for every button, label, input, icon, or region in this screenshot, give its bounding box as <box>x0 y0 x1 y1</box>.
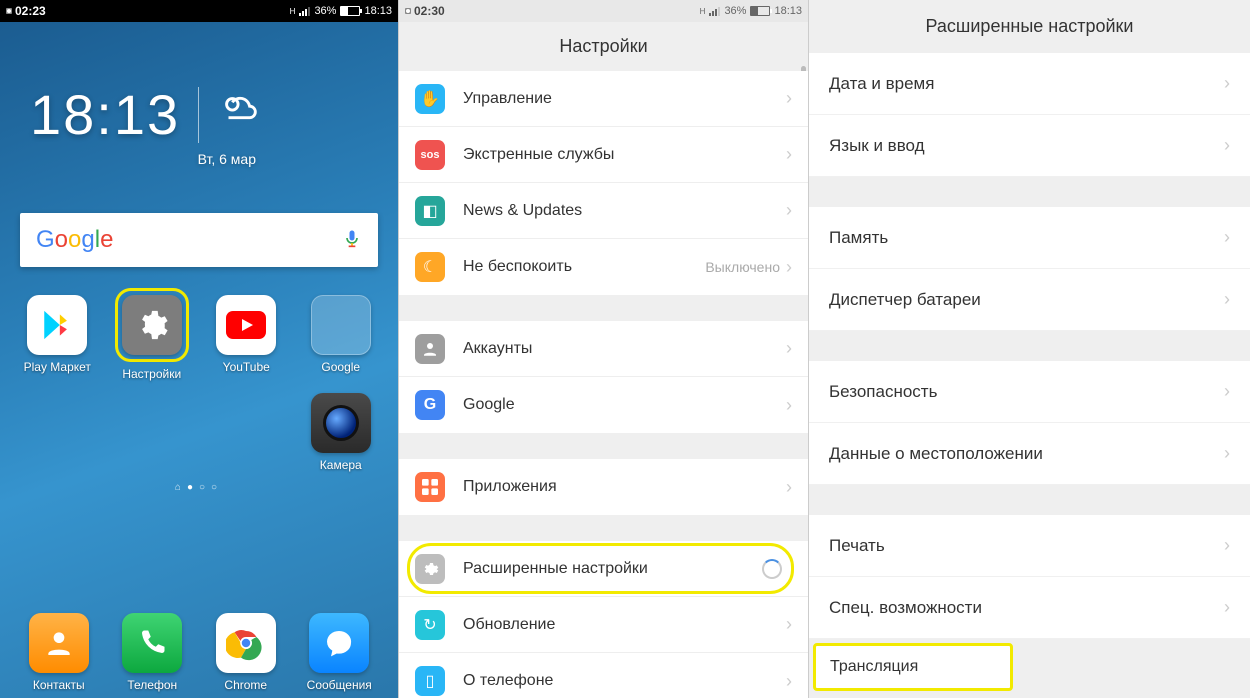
adv-item-memory[interactable]: Память › <box>809 207 1250 269</box>
advanced-settings-screen: Расширенные настройки Дата и время › Язы… <box>809 0 1250 698</box>
advanced-title: Расширенные настройки <box>809 0 1250 53</box>
app-youtube[interactable]: YouTube <box>201 295 292 381</box>
network-h-icon: H <box>700 7 706 16</box>
dock-chrome[interactable]: Chrome <box>199 613 293 692</box>
messages-icon <box>309 613 369 673</box>
settings-item-apps[interactable]: Приложения › <box>399 459 808 515</box>
settings-title: Настройки <box>399 22 808 71</box>
settings-item-advanced[interactable]: Расширенные настройки <box>399 541 808 597</box>
page-indicator: ⌂●○○ <box>0 482 398 493</box>
spinner-icon <box>762 559 782 579</box>
signal-icon <box>299 7 310 16</box>
chevron-right-icon: › <box>786 395 792 416</box>
adv-item-battery[interactable]: Диспетчер батареи › <box>809 269 1250 331</box>
chevron-right-icon: › <box>786 144 792 165</box>
chevron-right-icon: › <box>1224 381 1230 402</box>
adv-item-security[interactable]: Безопасность › <box>809 361 1250 423</box>
chevron-right-icon: › <box>786 200 792 221</box>
adv-item-location[interactable]: Данные о местоположении › <box>809 423 1250 485</box>
chevron-right-icon: › <box>786 257 792 278</box>
record-icon <box>6 8 12 14</box>
person-icon <box>415 334 445 364</box>
status-bar: 02:23 H 36% 18:13 <box>0 0 398 22</box>
app-play-market[interactable]: Play Маркет <box>12 295 103 381</box>
advanced-list[interactable]: Дата и время › Язык и ввод › Память › Ди… <box>809 53 1250 698</box>
adv-item-print[interactable]: Печать › <box>809 515 1250 577</box>
settings-item-about[interactable]: ▯ О телефоне › <box>399 653 808 698</box>
dock: Контакты Телефон Chrome Сообщения <box>0 605 398 698</box>
record-timer: 02:30 <box>414 4 445 18</box>
chevron-right-icon: › <box>1224 227 1230 248</box>
settings-item-accounts[interactable]: Аккаунты › <box>399 321 808 377</box>
battery-pct: 36% <box>724 5 746 17</box>
apps-icon <box>415 472 445 502</box>
camera-icon <box>311 393 371 453</box>
settings-item-update[interactable]: ↻ Обновление › <box>399 597 808 653</box>
chevron-right-icon: › <box>786 338 792 359</box>
chevron-right-icon: › <box>1224 135 1230 156</box>
network-h-icon: H <box>290 7 296 16</box>
contacts-icon <box>29 613 89 673</box>
settings-item-google[interactable]: G Google › <box>399 377 808 433</box>
settings-item-dnd[interactable]: ☾ Не беспокоить Выключено › <box>399 239 808 295</box>
play-store-icon <box>27 295 87 355</box>
sos-icon: sos <box>415 140 445 170</box>
settings-screen: 02:30 H 36% 18:13 Настройки ✋ Управление… <box>399 0 808 698</box>
chrome-icon <box>216 613 276 673</box>
app-settings[interactable]: Настройки <box>107 295 198 381</box>
phone-icon <box>122 613 182 673</box>
app-camera[interactable]: Камера <box>296 393 387 472</box>
status-bar: 02:30 H 36% 18:13 <box>399 0 808 22</box>
settings-item-sos[interactable]: sos Экстренные службы › <box>399 127 808 183</box>
adv-item-datetime[interactable]: Дата и время › <box>809 53 1250 115</box>
chevron-right-icon: › <box>1224 73 1230 94</box>
settings-list[interactable]: ✋ Управление › sos Экстренные службы › ◧… <box>399 71 808 698</box>
chevron-right-icon: › <box>1224 597 1230 618</box>
chevron-right-icon: › <box>1224 443 1230 464</box>
youtube-icon <box>216 295 276 355</box>
home-screen: 02:23 H 36% 18:13 18:13 Вт, 6 мар <box>0 0 398 698</box>
dock-messages[interactable]: Сообщения <box>293 613 387 692</box>
google-search[interactable]: Google <box>20 213 378 267</box>
chevron-right-icon: › <box>786 88 792 109</box>
settings-item-manage[interactable]: ✋ Управление › <box>399 71 808 127</box>
update-icon: ↻ <box>415 610 445 640</box>
chevron-right-icon: › <box>786 477 792 498</box>
folder-icon <box>311 295 371 355</box>
google-logo: Google <box>36 226 113 254</box>
status-clock: 18:13 <box>364 5 392 17</box>
battery-icon <box>340 6 360 16</box>
hand-icon: ✋ <box>415 84 445 114</box>
chevron-right-icon: › <box>786 671 792 692</box>
adv-item-lang[interactable]: Язык и ввод › <box>809 115 1250 177</box>
dock-phone[interactable]: Телефон <box>106 613 200 692</box>
signal-icon <box>709 7 720 16</box>
dnd-icon: ☾ <box>415 252 445 282</box>
adv-item-accessibility[interactable]: Спец. возможности › <box>809 577 1250 639</box>
chevron-right-icon: › <box>1224 289 1230 310</box>
status-clock: 18:13 <box>774 5 802 17</box>
settings-item-news[interactable]: ◧ News & Updates › <box>399 183 808 239</box>
app-folder-google[interactable]: Google <box>296 295 387 381</box>
phone-info-icon: ▯ <box>415 666 445 696</box>
gear-icon <box>415 554 445 584</box>
google-g-icon: G <box>415 390 445 420</box>
chevron-right-icon: › <box>786 614 792 635</box>
chevron-right-icon: › <box>1224 535 1230 556</box>
clock-widget[interactable]: 18:13 Вт, 6 мар <box>0 22 398 177</box>
weather-icon <box>217 87 263 142</box>
app-grid: Play Маркет Настройки YouTube <box>0 295 398 472</box>
record-timer: 02:23 <box>15 4 46 18</box>
battery-icon <box>750 6 770 16</box>
battery-pct: 36% <box>314 5 336 17</box>
mic-icon[interactable] <box>342 228 362 253</box>
record-icon <box>405 8 411 14</box>
dock-contacts[interactable]: Контакты <box>12 613 106 692</box>
widget-date: Вт, 6 мар <box>30 151 368 167</box>
highlight-settings <box>115 288 189 362</box>
widget-time: 18:13 <box>30 82 180 147</box>
news-icon: ◧ <box>415 196 445 226</box>
gear-icon <box>122 295 182 355</box>
adv-item-cast[interactable]: Трансляция <box>813 643 1013 691</box>
